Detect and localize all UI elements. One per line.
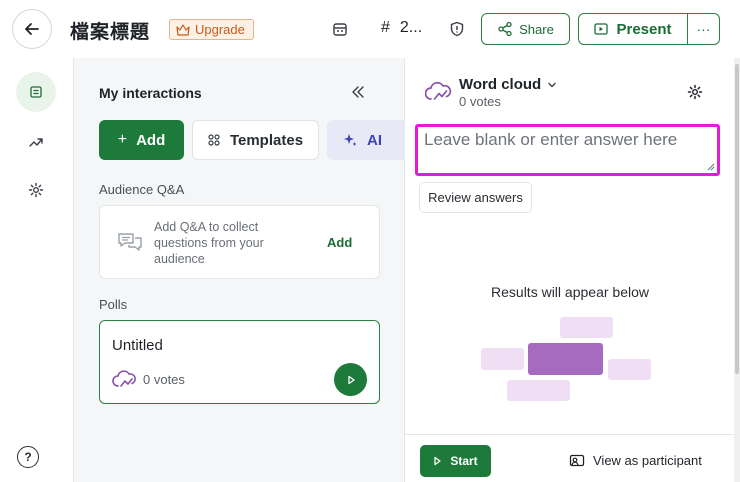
shield-icon — [450, 21, 464, 37]
add-interaction-button[interactable]: + Add — [99, 120, 184, 160]
plus-icon: + — [117, 131, 128, 148]
ai-label: AI — [367, 131, 382, 149]
rail-interactions[interactable] — [16, 72, 56, 112]
present-button[interactable]: Present — [579, 14, 688, 44]
security-button[interactable] — [448, 20, 466, 38]
start-label: Start — [450, 454, 478, 468]
resize-handle-icon[interactable] — [707, 163, 715, 171]
scrollbar-thumb[interactable] — [735, 64, 739, 374]
results-placeholder-text: Results will appear below — [491, 284, 649, 300]
editor-scrollbar[interactable] — [734, 58, 740, 482]
share-button[interactable]: Share — [481, 13, 570, 45]
chat-bubbles-icon — [118, 233, 142, 251]
sparkle-icon — [344, 134, 357, 146]
upgrade-label: Upgrade — [195, 22, 245, 37]
settings-icon — [28, 182, 44, 198]
word-cloud-icon — [112, 370, 136, 387]
qa-add-button[interactable]: Add — [327, 235, 352, 250]
back-button[interactable] — [12, 9, 52, 49]
add-label: Add — [136, 131, 166, 149]
qa-card[interactable]: Add Q&A to collect questions from your a… — [99, 205, 380, 279]
interaction-votes: 0 votes — [459, 94, 501, 109]
left-rail — [0, 58, 74, 482]
more-options-button[interactable]: ··· — [688, 14, 719, 44]
analytics-icon — [29, 138, 43, 147]
poll-votes-label: 0 votes — [143, 371, 185, 387]
view-as-participant-button[interactable]: View as participant — [569, 453, 702, 468]
templates-button[interactable]: Templates — [192, 120, 319, 160]
cloud-placeholder-block — [560, 317, 613, 338]
poll-title: Untitled — [112, 337, 163, 354]
present-group: Present ··· — [578, 13, 720, 45]
rail-analytics[interactable] — [16, 122, 56, 162]
interaction-type-label: Word cloud — [459, 76, 542, 93]
answer-input-wrapper — [415, 124, 720, 176]
start-button[interactable]: Start — [420, 445, 491, 477]
poll-card[interactable]: Untitled 0 votes — [99, 320, 380, 404]
play-screen-icon — [594, 23, 609, 35]
present-label: Present — [616, 20, 672, 38]
share-label: Share — [519, 21, 554, 37]
review-answers-button[interactable]: Review answers — [419, 182, 532, 213]
gear-icon[interactable] — [687, 84, 703, 100]
play-icon — [434, 456, 441, 466]
cloud-placeholder-block — [528, 343, 603, 375]
session-code[interactable]: # 2... — [381, 19, 422, 37]
grid-icon — [208, 134, 220, 146]
polls-section-label: Polls — [99, 297, 128, 312]
arrow-left-icon — [25, 23, 39, 35]
start-poll-button[interactable] — [334, 363, 367, 396]
interactions-icon — [30, 86, 42, 98]
crown-icon — [176, 23, 190, 36]
rail-settings[interactable] — [16, 170, 56, 210]
qa-description: Add Q&A to collect questions from your a… — [154, 220, 264, 266]
collapse-panel-icon[interactable] — [350, 84, 366, 100]
session-code-value: 2... — [399, 19, 423, 36]
ai-button[interactable]: AI — [327, 120, 404, 160]
interaction-type-dropdown[interactable]: Word cloud — [459, 76, 557, 93]
chevron-down-icon — [548, 82, 556, 87]
share-icon — [498, 21, 512, 37]
hash-icon: # — [381, 19, 390, 36]
editor-panel: Word cloud 0 votes Review answers Result… — [404, 58, 735, 482]
presentation-title[interactable]: 檔案標題 — [70, 17, 150, 44]
editor-footer: Start View as participant — [405, 434, 735, 482]
calendar-icon — [333, 23, 347, 36]
help-button[interactable]: ? — [17, 446, 39, 468]
poll-votes: 0 votes — [112, 369, 185, 389]
qa-section-label: Audience Q&A — [99, 182, 185, 197]
calendar-button[interactable] — [331, 20, 349, 38]
cloud-placeholder-block — [507, 380, 570, 401]
upgrade-button[interactable]: Upgrade — [169, 19, 254, 40]
view-as-participant-label: View as participant — [593, 453, 702, 468]
cloud-placeholder-block — [481, 348, 524, 370]
cloud-placeholder-block — [608, 359, 651, 380]
word-cloud-type-icon — [425, 81, 452, 100]
play-icon — [347, 375, 355, 384]
interactions-panel: My interactions + Add Templates AI Audie… — [74, 58, 404, 482]
top-header: 檔案標題 Upgrade # 2... Share Present ··· — [0, 0, 740, 58]
participant-view-icon — [569, 454, 585, 466]
templates-label: Templates — [229, 131, 304, 149]
answer-input[interactable] — [418, 127, 717, 173]
panel-title: My interactions — [99, 85, 202, 101]
